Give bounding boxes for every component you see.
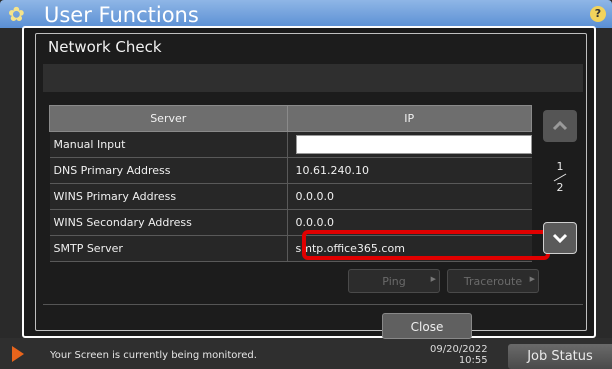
play-icon[interactable] <box>12 346 24 362</box>
ping-label: Ping <box>382 275 406 288</box>
table-row[interactable]: DNS Primary Address 10.61.240.10 <box>49 157 532 184</box>
dialog-title: Network Check <box>48 38 162 56</box>
server-name: DNS Primary Address <box>49 157 288 184</box>
server-ip: 10.61.240.10 <box>287 157 532 184</box>
server-name: Manual Input <box>49 131 288 158</box>
page-current: 1 <box>556 160 564 173</box>
close-button[interactable]: Close <box>382 313 472 339</box>
table-row[interactable]: WINS Primary Address 0.0.0.0 <box>49 183 532 210</box>
app-title-bar: ✿ User Functions ? <box>0 0 612 28</box>
traceroute-label: Traceroute <box>463 275 523 288</box>
server-name: SMTP Server <box>49 235 288 262</box>
app-title: User Functions <box>44 3 199 27</box>
chevron-up-icon <box>552 121 568 131</box>
traceroute-button[interactable]: Traceroute ▶ <box>447 269 539 293</box>
server-name: WINS Primary Address <box>49 183 288 210</box>
smtp-highlight-box <box>302 230 550 260</box>
scroll-down-button[interactable] <box>543 222 577 254</box>
message-bar <box>43 64 583 92</box>
status-date: 09/20/2022 <box>430 344 488 355</box>
scroll-up-button[interactable] <box>543 110 577 142</box>
header-ip: IP <box>286 105 532 132</box>
help-icon[interactable]: ? <box>590 6 606 22</box>
divider <box>43 304 583 305</box>
status-time: 10:55 <box>458 355 488 366</box>
manual-input-field[interactable] <box>295 135 532 154</box>
manual-input-cell[interactable] <box>287 131 532 158</box>
gear-icon: ✿ <box>8 2 25 26</box>
page-total: 2 <box>556 181 564 194</box>
server-ip: 0.0.0.0 <box>287 183 532 210</box>
table-header-row: Server IP <box>49 105 532 132</box>
table-row[interactable]: Manual Input <box>49 131 532 158</box>
date-time: 09/20/2022 10:55 <box>430 344 488 366</box>
server-name: WINS Secondary Address <box>49 209 288 236</box>
corner-arrow-icon: ▶ <box>430 275 436 283</box>
ping-button[interactable]: Ping ▶ <box>348 269 440 293</box>
monitor-message: Your Screen is currently being monitored… <box>50 350 257 361</box>
header-server: Server <box>49 105 288 132</box>
dialog-inner-panel: Network Check Server IP Manual Input DNS… <box>35 33 587 339</box>
page-indicator: 1 2 <box>546 160 574 195</box>
chevron-down-icon <box>552 233 568 243</box>
corner-arrow-icon: ▶ <box>529 275 535 283</box>
job-status-button[interactable]: Job Status <box>508 344 612 369</box>
status-bar: Your Screen is currently being monitored… <box>0 338 612 369</box>
network-check-dialog: Network Check Server IP Manual Input DNS… <box>22 26 596 339</box>
